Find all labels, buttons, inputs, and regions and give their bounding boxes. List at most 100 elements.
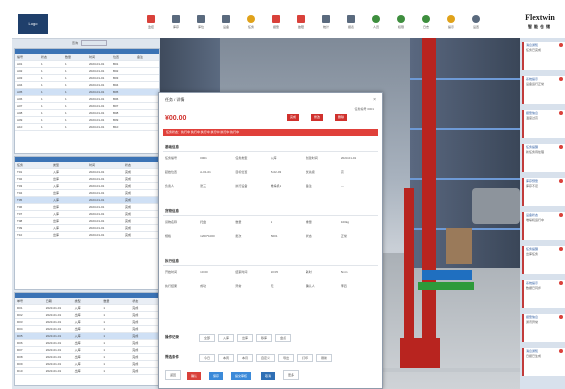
- table-row[interactable]: D05 2023-01-01 入库 1 完成: [15, 333, 159, 340]
- field-value[interactable]: 100kg: [341, 219, 376, 225]
- search-input[interactable]: [80, 40, 107, 47]
- field-value[interactable]: —: [341, 183, 376, 189]
- toolbar-item-1[interactable]: 库存: [167, 15, 185, 35]
- notification-card[interactable]: 系统提示 设备运行正常: [522, 76, 565, 104]
- notification-card[interactable]: 任务提醒 出库任务: [522, 246, 565, 274]
- notification-card[interactable]: 库存预警 库存不足: [522, 178, 565, 206]
- table-row[interactable]: D03 2023-01-01 入库 1 完成: [15, 319, 159, 326]
- notification-card[interactable]: 报警信息 温度过高: [522, 110, 565, 138]
- footer-button-4[interactable]: 取消: [261, 372, 276, 380]
- footer-button-2[interactable]: 保存: [209, 372, 224, 380]
- field-value[interactable]: 张三: [200, 183, 235, 189]
- table-row[interactable]: T04 出库 2023-01-01 完成: [15, 190, 159, 197]
- notification-card[interactable]: 报警信息 通讯异常: [522, 314, 565, 342]
- table-row[interactable]: T05 入库 2023-01-01 完成: [15, 197, 159, 204]
- table-row[interactable]: D04 2023-01-01 出库 1 完成: [15, 326, 159, 333]
- filter-chip[interactable]: 入库: [218, 334, 235, 342]
- notification-card[interactable]: 系统提示 数据已同步: [522, 280, 565, 308]
- field-value[interactable]: 入库: [271, 155, 306, 161]
- filter-chip[interactable]: 今日: [199, 354, 216, 362]
- toolbar-item-7[interactable]: 统计: [317, 15, 335, 35]
- close-icon[interactable]: ×: [373, 97, 376, 103]
- field-value[interactable]: 5min: [341, 269, 376, 275]
- field-value[interactable]: 1: [271, 219, 306, 225]
- filter-chip[interactable]: 刷新: [316, 354, 333, 362]
- filter-chip[interactable]: 本周: [218, 354, 235, 362]
- footer-button-3[interactable]: 提交审核: [231, 372, 252, 380]
- footer-button-0[interactable]: 返回: [165, 370, 182, 380]
- field-value[interactable]: 成功: [200, 283, 235, 289]
- toolbar-item-9[interactable]: 人员: [367, 15, 385, 35]
- table-row[interactable]: T01 入库 2023-01-01 完成: [15, 169, 159, 176]
- table-row[interactable]: T09 入库 2023-01-01 完成: [15, 225, 159, 232]
- field-value[interactable]: 托盘: [200, 219, 235, 225]
- table-row[interactable]: D09 2023-01-01 入库 1 完成: [15, 361, 159, 368]
- table-row[interactable]: T07 入库 2023-01-01 完成: [15, 211, 159, 218]
- cargo-box[interactable]: [446, 228, 472, 264]
- logo-left[interactable]: Logo: [18, 14, 48, 34]
- table-row[interactable]: D08 2023-01-01 出库 1 完成: [15, 354, 159, 361]
- footer-button-5[interactable]: 更多: [283, 370, 300, 380]
- toolbar-item-2[interactable]: 库位: [192, 15, 210, 35]
- filter-chip[interactable]: 全部: [199, 334, 216, 342]
- table-row[interactable]: T10 出库 2023-01-01 完成: [15, 232, 159, 239]
- table-row[interactable]: A06 1 1 2023-01-01 B06: [15, 96, 159, 103]
- notification-card[interactable]: 设备状态 堆垛机运行中: [522, 212, 565, 240]
- table-row[interactable]: D10 2023-01-01 出库 1 完成: [15, 368, 159, 375]
- table-row[interactable]: D02 2023-01-01 出库 1 完成: [15, 312, 159, 319]
- toolbar-item-6[interactable]: 故障: [292, 15, 310, 35]
- notification-card[interactable]: 任务提醒 新任务待处理: [522, 144, 565, 172]
- table-row[interactable]: D01 2023-01-01 入库 1 完成: [15, 305, 159, 312]
- field-value[interactable]: 堆垛机1: [271, 183, 306, 189]
- field-value[interactable]: 无: [271, 283, 306, 289]
- filter-chip[interactable]: 本月: [237, 354, 254, 362]
- delete-button[interactable]: 删除: [335, 114, 348, 121]
- table-row[interactable]: A04 1 1 2023-01-01 B04: [15, 82, 159, 89]
- toolbar-item-3[interactable]: 设备: [217, 15, 235, 35]
- stacker-crane-mast[interactable]: [422, 38, 436, 368]
- table-row[interactable]: T02 出库 2023-01-01 完成: [15, 176, 159, 183]
- toolbar-item-11[interactable]: 日志: [417, 15, 435, 35]
- toolbar-item-13[interactable]: 设置: [467, 15, 485, 35]
- filter-chip[interactable]: 打印: [297, 354, 314, 362]
- table-row[interactable]: A05 1 1 2023-01-01 B05: [15, 89, 159, 96]
- table-row[interactable]: T06 出库 2023-01-01 完成: [15, 204, 159, 211]
- table-row[interactable]: A07 1 1 2023-01-01 B07: [15, 103, 159, 110]
- table-row[interactable]: A09 1 1 2023-01-01 B09: [15, 117, 159, 124]
- field-value[interactable]: A-01-01: [200, 169, 235, 175]
- table-row[interactable]: A03 1 1 2023-01-01 B03: [15, 75, 159, 82]
- field-value[interactable]: 正常: [341, 233, 376, 239]
- table-row[interactable]: T03 入库 2023-01-01 完成: [15, 183, 159, 190]
- toolbar-item-12[interactable]: 提示: [442, 15, 460, 35]
- table-row[interactable]: A08 1 1 2023-01-01 B08: [15, 110, 159, 117]
- field-value[interactable]: B-02-03: [271, 169, 306, 175]
- field-value[interactable]: 1200*1000: [200, 233, 235, 239]
- field-value[interactable]: 0001: [200, 155, 235, 161]
- notification-card[interactable]: 消息通知 日报已生成: [522, 348, 565, 376]
- filter-chip[interactable]: 出库: [237, 334, 254, 342]
- table-row[interactable]: A10 1 1 2023-01-01 B10: [15, 124, 159, 131]
- filter-chip[interactable]: 自定义: [256, 354, 276, 362]
- field-value[interactable]: 高: [341, 169, 376, 175]
- toolbar-item-5[interactable]: 报警: [267, 15, 285, 35]
- table-row[interactable]: D06 2023-01-01 出库 1 完成: [15, 340, 159, 347]
- complete-button[interactable]: 完成: [287, 114, 300, 121]
- field-value[interactable]: 10:00: [200, 269, 235, 275]
- field-value[interactable]: 10:05: [271, 269, 306, 275]
- edit-button[interactable]: 修改: [311, 114, 324, 121]
- filter-chip[interactable]: 导出: [278, 354, 295, 362]
- filter-chip[interactable]: 盘点: [275, 334, 292, 342]
- footer-button-1[interactable]: 确认: [187, 372, 202, 380]
- table-row[interactable]: T08 出库 2023-01-01 完成: [15, 218, 159, 225]
- field-value[interactable]: 2023-01-01: [341, 155, 376, 161]
- filter-chip[interactable]: 移库: [256, 334, 273, 342]
- table-row[interactable]: D07 2023-01-01 入库 1 完成: [15, 347, 159, 354]
- notification-card[interactable]: 消息通知 任务已完成: [522, 42, 565, 70]
- field-value[interactable]: 李四: [341, 283, 376, 289]
- toolbar-item-4[interactable]: 任务: [242, 15, 260, 35]
- table-row[interactable]: A02 1 1 2023-01-01 B02: [15, 68, 159, 75]
- toolbar-item-10[interactable]: 权限: [392, 15, 410, 35]
- toolbar-item-0[interactable]: 监控: [142, 15, 160, 35]
- toolbar-item-8[interactable]: 报表: [342, 15, 360, 35]
- table-row[interactable]: A01 1 1 2023-01-01 B01: [15, 61, 159, 68]
